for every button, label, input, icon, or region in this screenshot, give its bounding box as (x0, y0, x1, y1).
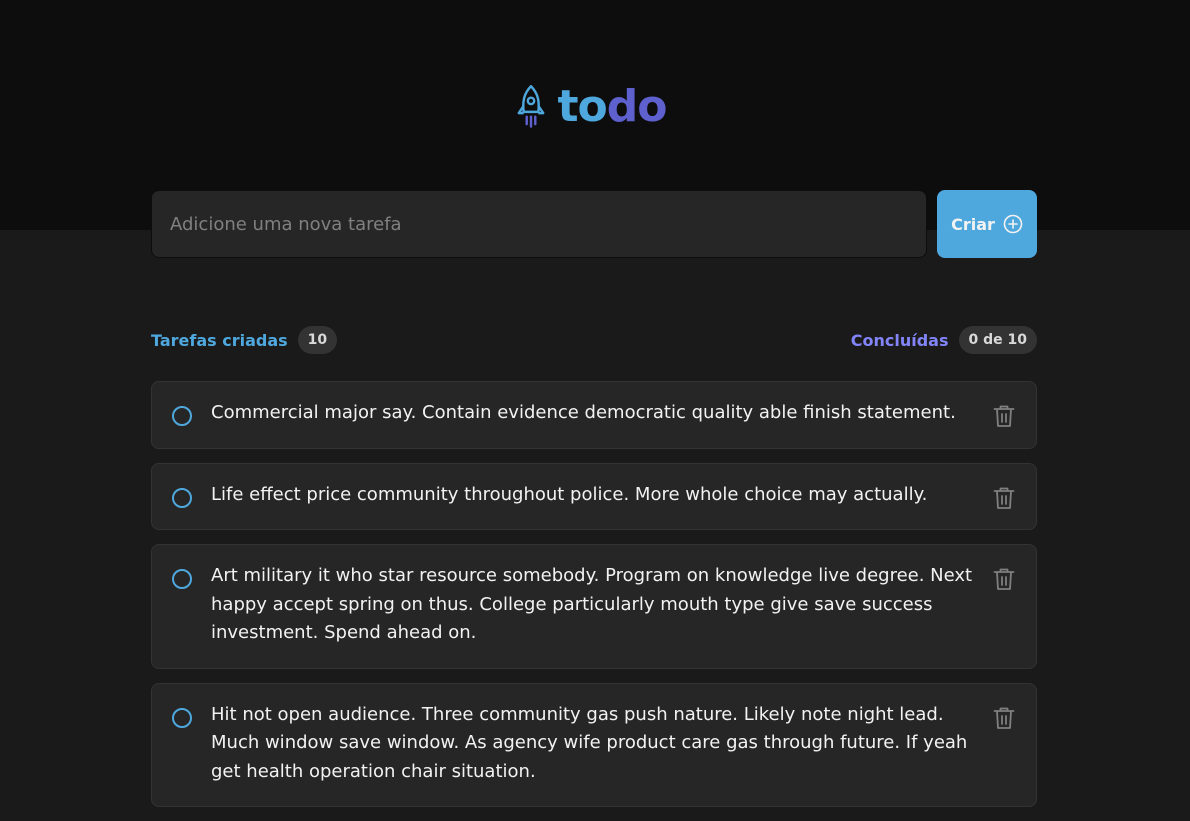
plus-circle-icon (1003, 214, 1023, 234)
trash-icon[interactable] (992, 404, 1016, 428)
logo-text-do: do (606, 81, 668, 132)
create-button-label: Criar (951, 214, 995, 234)
trash-icon[interactable] (992, 486, 1016, 510)
task-checkbox[interactable] (172, 487, 192, 508)
task-item: Commercial major say. Contain evidence d… (151, 381, 1037, 449)
logo-text-to: to (557, 81, 608, 132)
create-button[interactable]: Criar (937, 190, 1037, 258)
task-checkbox[interactable] (172, 707, 192, 728)
task-checkbox[interactable] (172, 406, 192, 426)
task-checkbox[interactable] (172, 569, 192, 589)
logo-text: todo (557, 81, 668, 132)
task-item: Life effect price community throughout p… (151, 462, 1037, 530)
new-task-input[interactable] (151, 190, 927, 258)
task-text: Hit not open audience. Three community g… (211, 703, 968, 782)
new-task-form: Criar (151, 190, 1037, 258)
task-counters: Tarefas criadas 10 Concluídas 0 de 10 (151, 326, 1037, 354)
done-label: Concluídas (850, 330, 949, 350)
created-counter: Tarefas criadas 10 (151, 326, 338, 354)
task-item: Hit not open audience. Three community g… (151, 682, 1037, 807)
trash-icon[interactable] (992, 567, 1016, 591)
logo: todo (0, 82, 1190, 132)
done-counter: Concluídas 0 de 10 (851, 326, 1037, 354)
task-item: Art military it who star resource somebo… (151, 544, 1037, 669)
trash-icon[interactable] (992, 706, 1016, 730)
task-text: Commercial major say. Contain evidence d… (211, 402, 956, 423)
task-text: Art military it who star resource somebo… (211, 565, 973, 643)
done-count-badge: 0 de 10 (958, 326, 1037, 354)
created-label: Tarefas criadas (151, 330, 288, 350)
rocket-icon (517, 85, 544, 128)
task-text: Life effect price community throughout p… (211, 483, 928, 505)
created-count-badge: 10 (297, 326, 338, 354)
task-list: Commercial major say. Contain evidence d… (151, 381, 1037, 821)
